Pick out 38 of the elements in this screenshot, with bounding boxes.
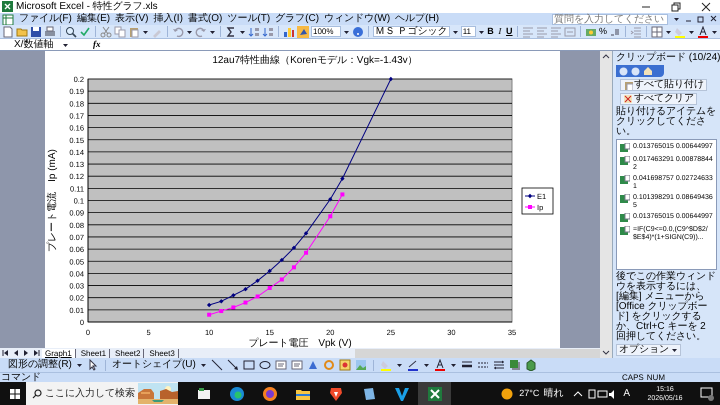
status-indicator: CAPS xyxy=(622,374,644,382)
weather-temperature: 27°C xyxy=(519,389,540,398)
sheet-tab[interactable]: Graph1 xyxy=(42,348,76,358)
menu-item[interactable]: グラフ(C) xyxy=(275,14,320,24)
ime-indicator[interactable]: A xyxy=(623,388,630,398)
menu-item[interactable]: 書式(O) xyxy=(188,14,222,24)
pane-title: クリップボード (10/24) xyxy=(616,52,720,62)
font-name-field[interactable]: ＭＳ Ｐゴシック xyxy=(372,26,450,37)
format-button[interactable]: B xyxy=(486,27,494,36)
menu-item[interactable]: ファイル(F) xyxy=(19,14,72,24)
status-mode: コマンド xyxy=(0,372,41,382)
taskbar-search-field[interactable]: ここに入力して検索 xyxy=(26,382,178,405)
format-button[interactable]: I xyxy=(496,27,504,36)
x-axis-title: プレート電圧 Vpk (V) xyxy=(248,338,352,348)
options-button[interactable]: オプション xyxy=(616,344,681,356)
menu-item[interactable]: ツール(T) xyxy=(227,14,270,24)
weather-condition: 晴れ xyxy=(543,388,564,398)
pane-note: 後でこの作業ウィンドウを表示するには、[編集] メニューから [Office クリップボード] をクリックするか、Ctrl+C キーを 2 回押してください。 xyxy=(616,272,717,342)
y-axis-title: プレート電流 Ip (mA) xyxy=(47,149,58,252)
font-size-field[interactable]: 11 xyxy=(460,26,476,37)
sheet-tab[interactable]: Sheet2 xyxy=(112,348,144,358)
help-search-field[interactable]: 質問を入力してください xyxy=(552,14,668,24)
format-button[interactable]: U xyxy=(506,27,513,36)
menu-item[interactable]: ウィンドウ(W) xyxy=(324,14,390,24)
chart-title: 12au7特性曲線（Korenモデル：Vgk=-1.43v） xyxy=(212,55,418,66)
menu-item[interactable]: 挿入(I) xyxy=(153,14,183,24)
menu-item[interactable]: 編集(E) xyxy=(76,14,110,24)
percent-button[interactable]: % xyxy=(599,27,608,36)
status-indicator: NUM xyxy=(646,374,665,382)
instruction-text: 貼り付けるアイテムをクリックしてください。 xyxy=(616,107,717,137)
autoshapes-menu[interactable]: オートシェイプ(U) xyxy=(112,360,196,370)
window-title: Microsoft Excel - 特性グラフ.xls xyxy=(16,2,158,12)
arrange-menu[interactable]: 図形の調整(R) xyxy=(8,360,72,370)
function-label[interactable]: fx xyxy=(93,40,100,49)
paste-all-button[interactable]: すべて貼り付け xyxy=(620,79,707,91)
menu-item[interactable]: 表示(V) xyxy=(115,14,148,24)
clear-all-button[interactable]: すべてクリア xyxy=(620,93,697,105)
zoom-field[interactable]: 100% xyxy=(311,26,341,37)
